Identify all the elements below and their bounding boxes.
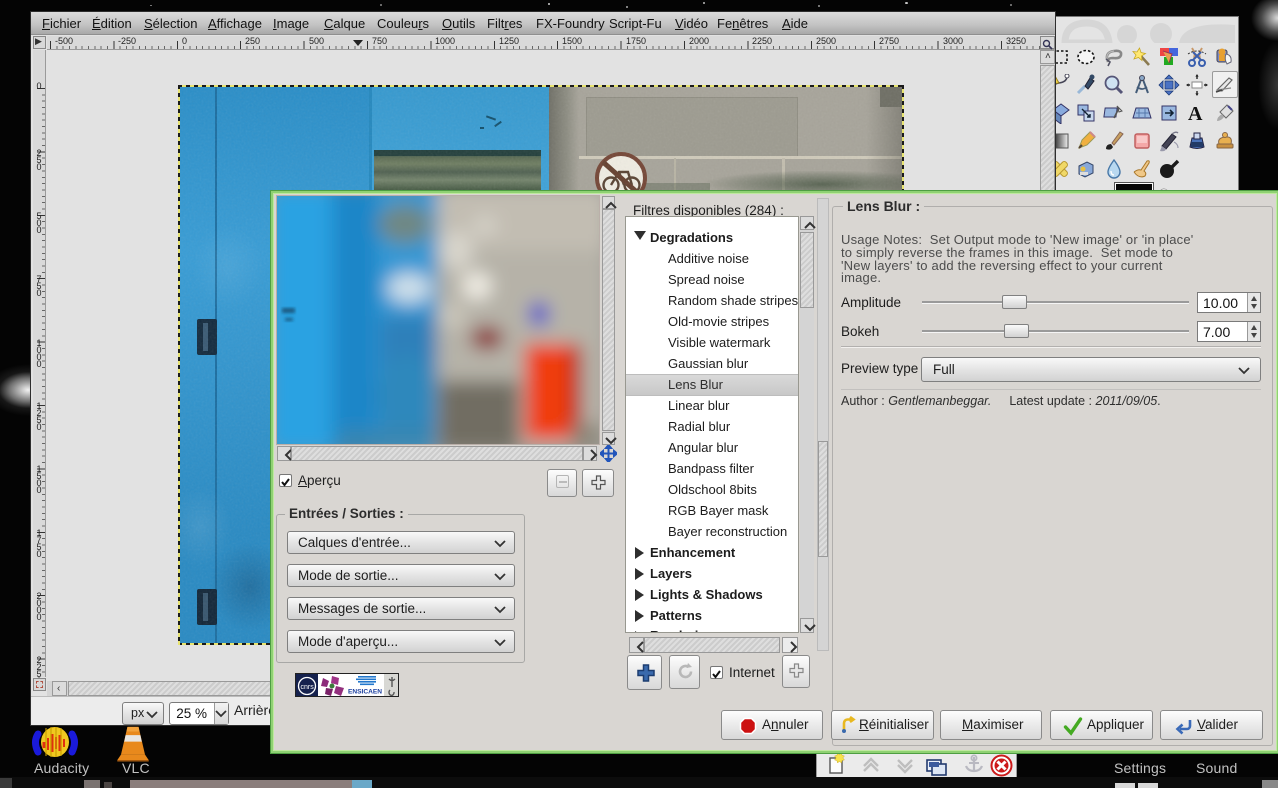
svg-text:cnrs: cnrs — [301, 684, 315, 691]
svg-text:A: A — [1188, 103, 1203, 124]
svg-text:ENSICAEN: ENSICAEN — [348, 689, 382, 696]
